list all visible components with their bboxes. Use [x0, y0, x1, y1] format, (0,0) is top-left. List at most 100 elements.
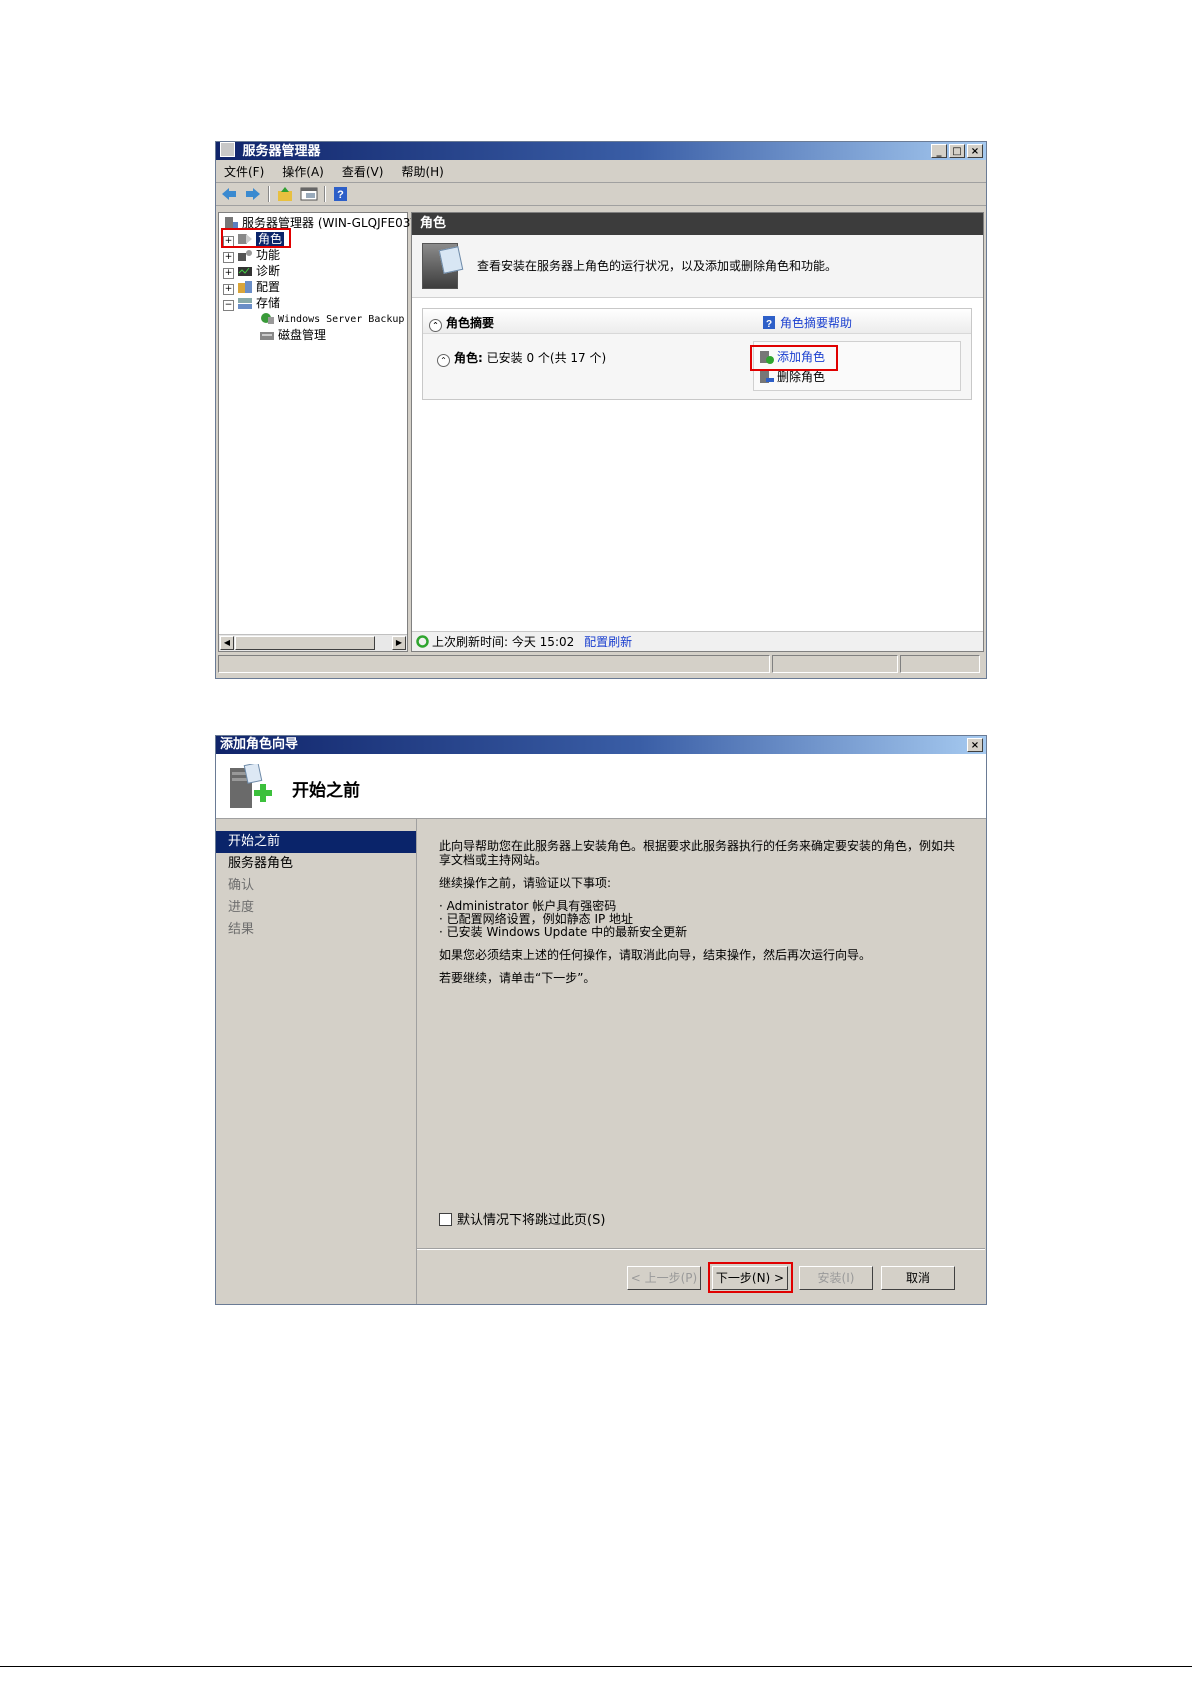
back-icon[interactable] [220, 186, 238, 202]
help-icon[interactable]: ? [332, 186, 350, 202]
expand-icon[interactable]: + [223, 268, 234, 279]
tree-item-storage[interactable]: − 存储 [223, 295, 280, 311]
step-server-roles[interactable]: 服务器角色 [216, 853, 416, 875]
server-roles-icon [422, 243, 458, 289]
console-icon[interactable] [300, 186, 318, 202]
configure-refresh-link[interactable]: 配置刷新 [584, 635, 632, 649]
menu-action[interactable]: 操作(A) [282, 163, 324, 180]
scroll-left-icon[interactable]: ◀ [220, 636, 234, 650]
tree-item-disk-management[interactable]: 磁盘管理 [259, 327, 326, 343]
step-progress: 进度 [228, 900, 255, 915]
tree-item-features[interactable]: + 功能 [223, 247, 280, 263]
add-roles-wizard-window: 添加角色向导 × 开始之前 开始之前 服务器角色 确认 进度 结果 此向导帮助您… [215, 735, 987, 1305]
tree-item-label: Windows Server Backup [278, 314, 405, 325]
toolbar-separator [268, 186, 270, 202]
maximize-button[interactable]: □ [949, 144, 965, 158]
collapse-chevron-icon[interactable]: ⌃ [429, 319, 442, 332]
skip-page-checkbox[interactable]: 默认情况下将跳过此页(S) [439, 1209, 605, 1228]
roles-summary-group: ⌃ 角色摘要 ? 角色摘要帮助 ⌃ 角色: 已安装 0 个(共 17 个) 添加角色 … [422, 308, 972, 400]
roles-summary-title: 角色摘要 [446, 316, 495, 330]
step-confirmation: 确认 [228, 878, 255, 893]
expand-icon[interactable]: + [223, 252, 234, 263]
status-bar-pane [772, 655, 898, 673]
tree-item-diagnostics[interactable]: + 诊断 [223, 263, 280, 279]
cancel-note: 如果您必须结束上述的任何操作，请取消此向导，结束操作，然后再次运行向导。 [439, 948, 872, 962]
continue-note: 若要继续，请单击“下一步”。 [439, 971, 596, 985]
tree-item-windows-server-backup[interactable]: Windows Server Backup [259, 311, 404, 327]
tree-item-configuration[interactable]: + 配置 [223, 279, 280, 295]
tree-item-label: 诊断 [256, 264, 281, 278]
previous-button[interactable]: < 上一步(P) [627, 1266, 701, 1290]
diagnostics-icon [237, 264, 253, 278]
features-icon [237, 248, 253, 262]
wizard-body: 此向导帮助您在此服务器上安装角色。根据要求此服务器执行的任务来确定要安装的角色，… [417, 819, 985, 1249]
roles-summary-header: ⌃ 角色摘要 ? 角色摘要帮助 [423, 309, 971, 334]
menu-view[interactable]: 查看(V) [342, 163, 384, 180]
last-refresh-text: 上次刷新时间: 今天 15:02 [432, 635, 575, 649]
roles-label: 角色: [454, 351, 483, 365]
scrollbar-thumb[interactable] [235, 636, 375, 650]
remove-roles-icon [760, 371, 774, 383]
configuration-icon [237, 280, 253, 294]
wizard-button-bar: < 上一步(P) 下一步(N) > 安装(I) 取消 [417, 1249, 985, 1305]
storage-icon [237, 296, 253, 310]
remove-roles-text: 删除角色 [777, 370, 826, 384]
roles-status-row: ⌃ 角色: 已安装 0 个(共 17 个) [437, 349, 606, 367]
svg-text:?: ? [337, 189, 344, 201]
toolbar: ? [216, 183, 986, 206]
server-manager-titlebar[interactable]: 服务器管理器 _ □ × [216, 142, 986, 160]
window-title: 服务器管理器 [242, 144, 321, 159]
wizard-titlebar[interactable]: 添加角色向导 × [216, 736, 986, 754]
install-button[interactable]: 安装(I) [799, 1266, 873, 1290]
navigation-tree: 服务器管理器 (WIN-GLQJFE03VV + 角色 + 功能 + 诊断 + 配置 −… [218, 212, 427, 652]
collapse-chevron-icon[interactable]: ⌃ [437, 354, 450, 367]
verify-text: 继续操作之前，请验证以下事项: [439, 876, 612, 890]
tree-item-label: 配置 [256, 280, 281, 294]
tree-item-label: 功能 [256, 248, 281, 262]
wizard-page-title: 开始之前 [292, 781, 360, 801]
expand-icon[interactable]: + [223, 284, 234, 295]
highlight-next-button [708, 1262, 793, 1293]
page-bottom-rule [0, 1666, 1192, 1667]
tree-item-label: 磁盘管理 [278, 328, 327, 342]
close-button[interactable]: × [967, 738, 983, 752]
tree-item-label: 存储 [256, 296, 281, 310]
highlight-add-roles [750, 345, 838, 371]
roles-summary-help-link[interactable]: ? 角色摘要帮助 [763, 314, 852, 331]
server-manager-window: 服务器管理器 _ □ × 文件(F) 操作(A) 查看(V) 帮助(H) ? 服… [215, 141, 987, 679]
svg-text:?: ? [766, 319, 772, 329]
status-bar-pane [218, 655, 770, 673]
collapse-icon[interactable]: − [223, 300, 234, 311]
menu-bar: 文件(F) 操作(A) 查看(V) 帮助(H) [216, 160, 986, 183]
roles-description: 查看安装在服务器上角色的运行状况，以及添加或删除角色和功能。 [477, 259, 838, 273]
status-bar [218, 655, 980, 673]
refresh-icon[interactable] [416, 635, 429, 648]
minimize-button[interactable]: _ [931, 144, 947, 158]
close-button[interactable]: × [967, 144, 983, 158]
server-manager-app-icon [220, 142, 235, 157]
wizard-step-list: 开始之前 服务器角色 确认 进度 结果 [216, 819, 417, 1304]
skip-page-label: 默认情况下将跳过此页(S) [457, 1213, 606, 1228]
wizard-title: 添加角色向导 [220, 737, 299, 752]
menu-help[interactable]: 帮助(H) [401, 163, 443, 180]
roles-description-panel: 查看安装在服务器上角色的运行状况，以及添加或删除角色和功能。 [412, 235, 983, 298]
step-results: 结果 [228, 922, 255, 937]
checkbox-box[interactable] [439, 1213, 452, 1226]
highlight-roles [221, 228, 291, 248]
up-icon[interactable] [276, 186, 294, 202]
status-bar-pane [900, 655, 980, 673]
step-before-you-begin[interactable]: 开始之前 [216, 831, 416, 853]
refresh-status-strip: 上次刷新时间: 今天 15:02 配置刷新 [412, 631, 983, 651]
roles-summary-toggle[interactable]: ⌃ 角色摘要 [429, 314, 494, 332]
add-server-role-icon [228, 762, 272, 812]
help-icon: ? [763, 316, 775, 330]
tree-horizontal-scrollbar[interactable]: ◀ ▶ [219, 634, 407, 651]
scroll-right-icon[interactable]: ▶ [392, 636, 406, 650]
help-link-text: 角色摘要帮助 [780, 316, 853, 330]
toolbar-separator [324, 186, 326, 202]
intro-line-2: 享文档或主持网站。 [439, 853, 548, 867]
cancel-button[interactable]: 取消 [881, 1266, 955, 1290]
forward-icon[interactable] [244, 186, 262, 202]
bullet-windows-update: · 已安装 Windows Update 中的最新安全更新 [439, 925, 688, 939]
menu-file[interactable]: 文件(F) [224, 163, 264, 180]
